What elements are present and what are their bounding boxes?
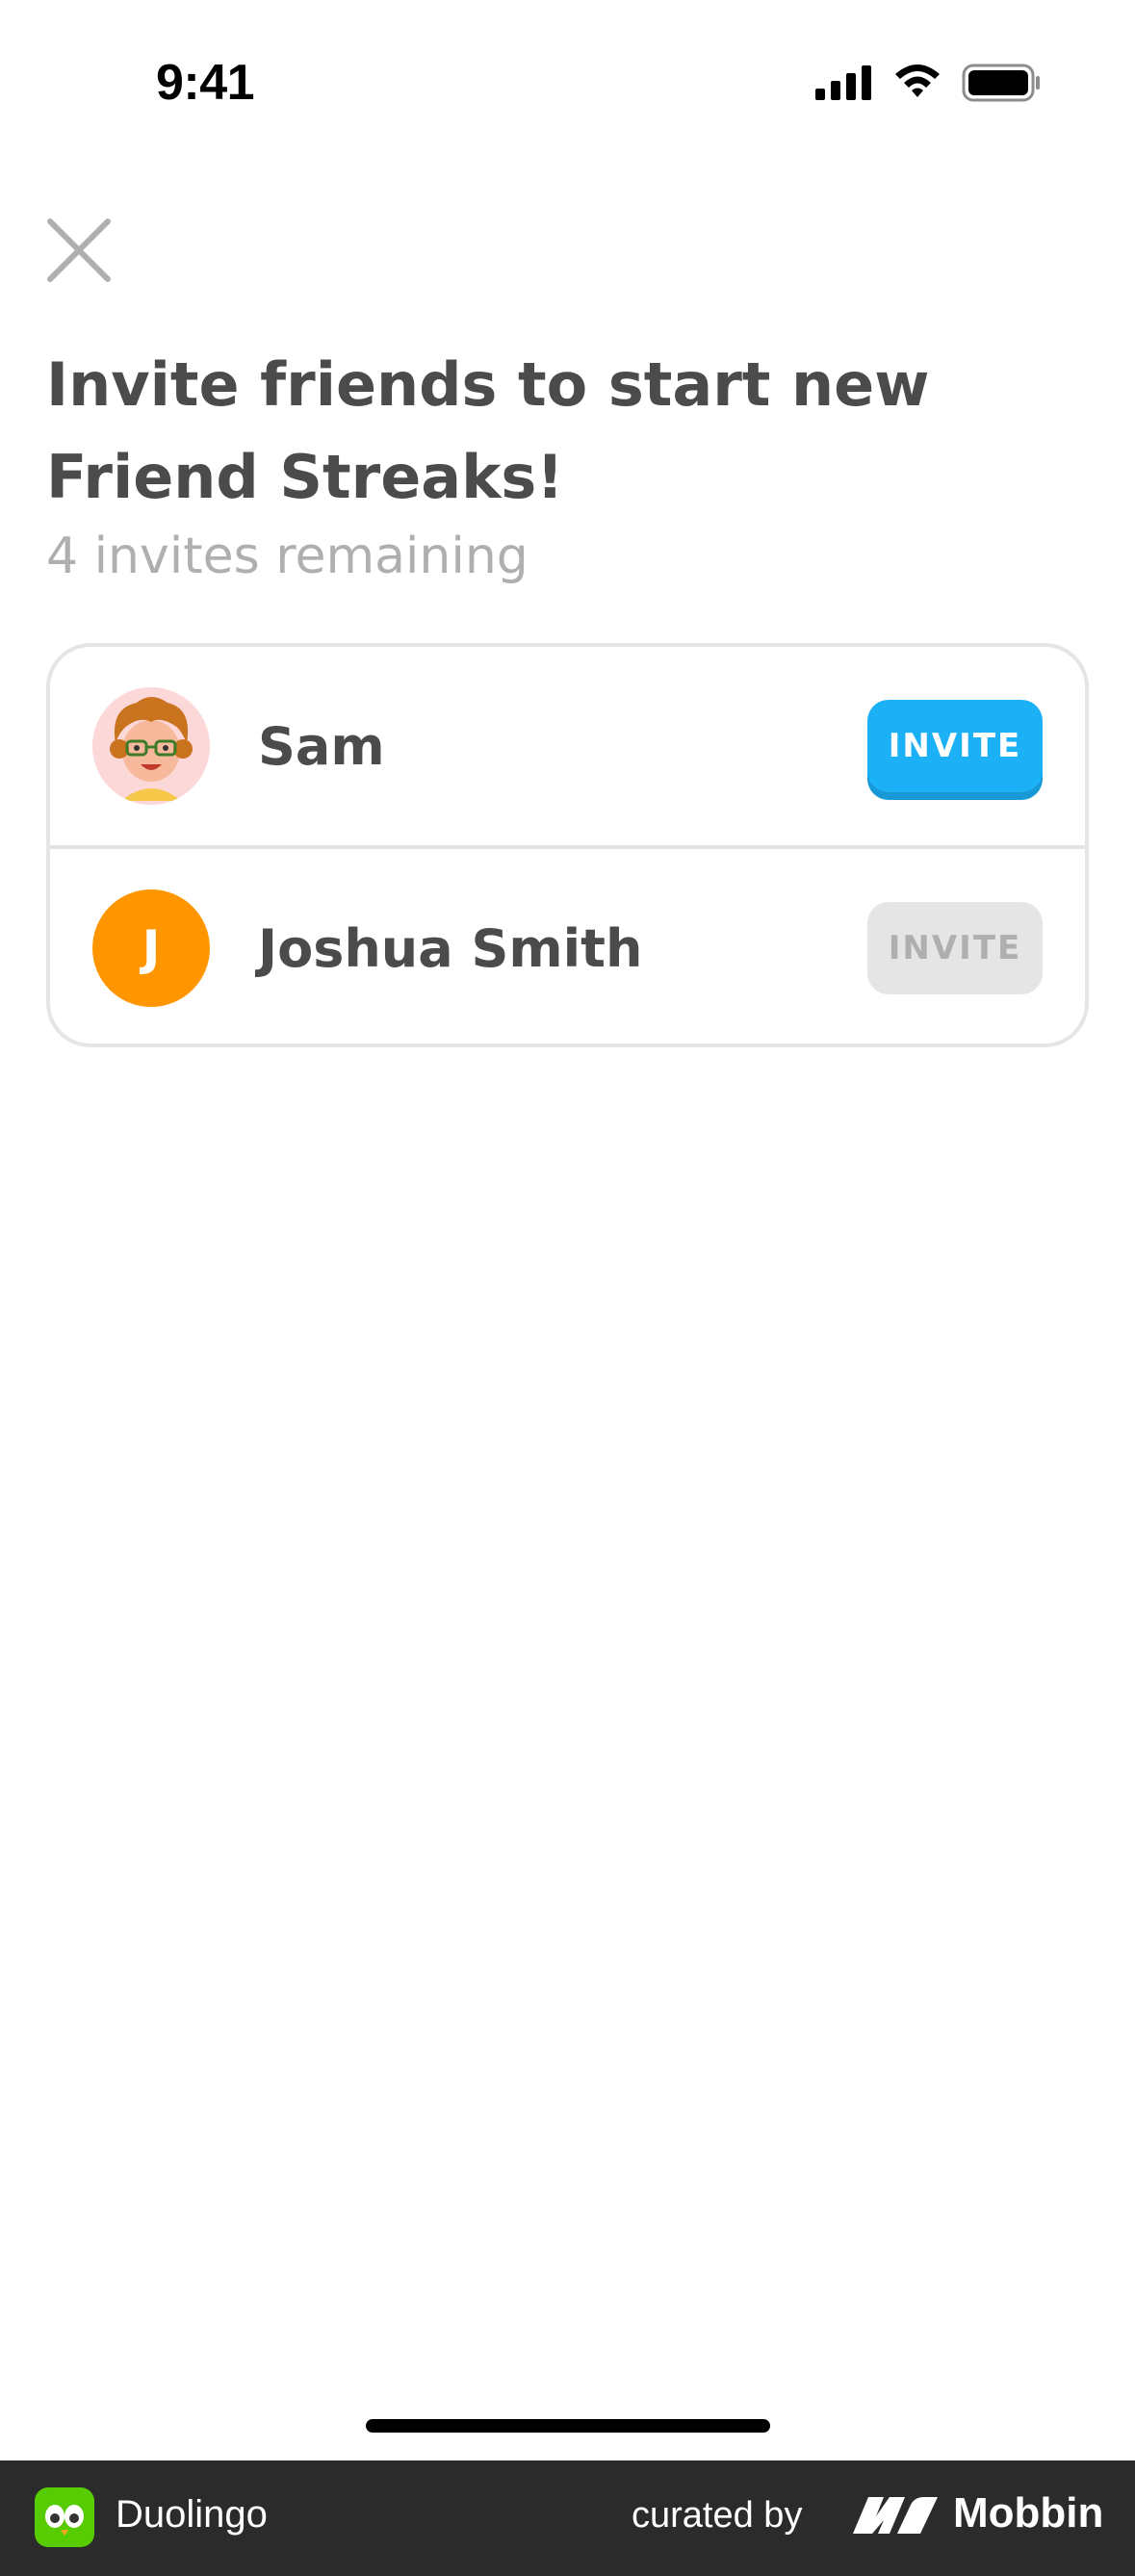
- status-icons: [815, 64, 1041, 102]
- invite-button-joshua-smith[interactable]: INVITE: [867, 902, 1043, 994]
- close-button[interactable]: [44, 216, 114, 285]
- home-indicator: [366, 2419, 770, 2433]
- friend-row-joshua-smith: J Joshua Smith INVITE: [50, 849, 1085, 1047]
- invite-button-sam[interactable]: INVITE: [867, 700, 1043, 792]
- close-icon: [47, 219, 111, 282]
- invites-remaining: 4 invites remaining: [46, 528, 529, 585]
- status-time: 9:41: [156, 55, 255, 111]
- duolingo-logo-icon: [35, 2487, 94, 2547]
- cellular-signal-icon: [815, 65, 871, 100]
- avatar: [92, 687, 210, 805]
- character-avatar-icon: [92, 687, 210, 805]
- app-name: Duolingo: [116, 2493, 268, 2536]
- friend-row-sam: Sam INVITE: [50, 647, 1085, 845]
- page-title: Invite friends to start new Friend Strea…: [46, 349, 930, 512]
- mobbin-logo-icon: [851, 2491, 940, 2541]
- attribution-footer: Duolingo curated by Mobbin: [0, 2460, 1135, 2576]
- friend-name: Joshua Smith: [258, 917, 643, 979]
- brand-name: Mobbin: [953, 2489, 1104, 2537]
- friends-list-card: Sam INVITE J Joshua Smith INVITE: [46, 643, 1089, 1047]
- friend-name: Sam: [258, 715, 385, 777]
- avatar: J: [92, 889, 210, 1007]
- battery-icon: [962, 64, 1040, 102]
- curated-by-label: curated by: [632, 2495, 803, 2536]
- wifi-icon: [895, 64, 940, 97]
